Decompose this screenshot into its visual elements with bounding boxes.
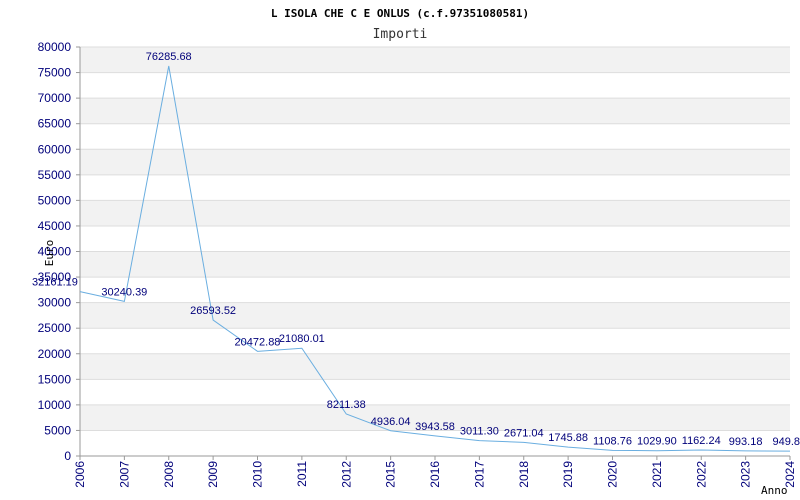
y-tick-label: 60000 [38,142,72,156]
data-label: 8211.38 [327,399,366,411]
data-label: 20472.88 [235,336,281,348]
data-label: 1108.76 [593,435,632,447]
line-chart: 0500010000150002000025000300003500040000… [32,7,800,497]
x-tick-label: 2007 [117,461,131,488]
plot-band [80,251,790,278]
x-tick-label: 2023 [739,461,753,488]
data-label: 1745.88 [548,432,588,444]
data-label: 1029.90 [637,436,677,448]
x-tick-label: 2009 [206,461,220,488]
y-tick-label: 0 [64,449,71,463]
data-label: 993.18 [729,436,763,448]
x-axis-ticks: 2006 2007 2008 2009 2010 2011 2012 2015 2016 2017… [73,456,797,488]
y-tick-label: 20000 [38,347,72,361]
data-label: 4936.04 [371,416,411,428]
chart-title: L ISOLA CHE C E ONLUS (c.f.97351080581) [271,7,529,20]
y-tick-label: 15000 [38,372,72,386]
x-tick-label: 2020 [606,461,620,488]
x-tick-label: 2006 [73,461,87,488]
x-tick-label: 2019 [561,461,575,488]
data-label: 3011.30 [460,426,499,438]
x-tick-label: 2010 [251,461,265,488]
data-label: 3943.58 [415,421,455,433]
y-tick-label: 65000 [38,117,72,131]
x-tick-label: 2012 [339,461,353,488]
plot-band [80,98,790,124]
y-tick-label: 30000 [38,296,72,310]
plot-band [80,149,790,175]
data-label: 32161.19 [32,277,78,289]
x-tick-label: 2017 [472,461,486,488]
x-tick-label: 2016 [428,461,442,488]
y-tick-label: 45000 [38,219,72,233]
y-tick-label: 5000 [44,423,71,437]
x-tick-label: 2018 [517,461,531,488]
plot-band [80,200,790,226]
x-tick-label: 2015 [384,461,398,488]
y-axis-label: Euro [43,240,56,267]
data-label: 26593.52 [190,305,236,317]
data-label: 949.8 [772,436,800,448]
x-axis-label: Anno [761,484,788,497]
y-tick-label: 50000 [38,193,72,207]
plot-background-bands [80,47,790,431]
x-tick-label: 2021 [650,461,664,488]
y-tick-label: 80000 [38,40,72,54]
x-tick-label: 2008 [162,461,176,488]
data-label: 2671.04 [504,427,544,439]
plot-band [80,302,790,329]
y-tick-label: 55000 [38,168,72,182]
data-label: 76285.68 [146,51,192,63]
y-tick-label: 10000 [38,398,72,412]
y-tick-label: 75000 [38,66,72,80]
x-tick-label: 2011 [295,461,309,487]
data-label: 30240.39 [101,286,147,298]
data-label: 21080.01 [279,333,325,345]
y-tick-label: 25000 [38,321,72,335]
chart-subtitle: Importi [373,27,428,42]
data-label: 1162.24 [682,435,721,447]
y-tick-label: 70000 [38,91,72,105]
plot-band [80,353,790,380]
x-tick-label: 2022 [694,461,708,488]
